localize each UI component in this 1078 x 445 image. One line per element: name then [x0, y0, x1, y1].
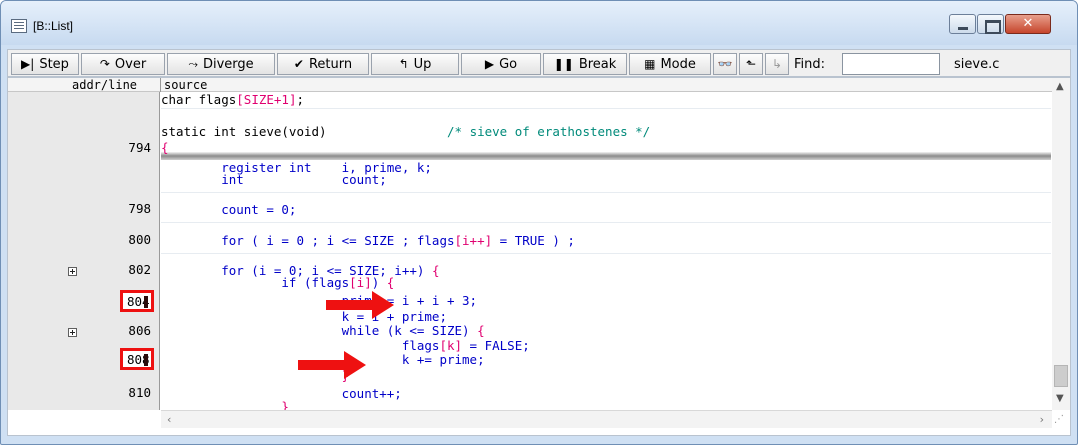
source-line: if (flags[i]) {: [161, 275, 395, 290]
source-line: }: [161, 399, 289, 410]
line-gutter[interactable]: 794 798 800 802 804 806 808 810: [8, 92, 160, 410]
line-number: 800: [128, 232, 151, 247]
go-button[interactable]: ▶ Go: [461, 53, 541, 75]
source-line: char flags[SIZE+1];: [161, 92, 305, 107]
step-button[interactable]: ▶︎| Step: [11, 53, 79, 75]
source-line: static int sieve(void) /* sieve of erath…: [161, 124, 651, 139]
close-button[interactable]: [1005, 14, 1051, 34]
scroll-up-icon[interactable]: ▲: [1056, 81, 1064, 92]
line-number: 794: [128, 140, 151, 155]
view-glasses-button[interactable]: 👓: [713, 53, 737, 75]
toolbar: ▶︎| Step ↷ Over ⤳ Diverge ✔ Return ↰ Up ▶ Go ❚…: [7, 49, 1071, 77]
annotation-arrow: [298, 351, 366, 379]
breakpoint-icon: [144, 296, 148, 308]
scroll-thumb[interactable]: [1054, 365, 1068, 387]
list-window-icon: [11, 19, 27, 33]
source-line: {: [161, 140, 169, 155]
return-button[interactable]: ✔ Return: [277, 53, 369, 75]
line-number: 806: [128, 323, 151, 338]
diverge-icon: ⤳: [188, 56, 198, 71]
up-button[interactable]: ↰ Up: [371, 53, 459, 75]
source-line: count = 0;: [161, 202, 297, 217]
glasses-icon: 👓: [717, 57, 733, 71]
scroll-left-icon[interactable]: ‹: [167, 413, 171, 426]
break-button[interactable]: ❚❚ Break: [543, 53, 627, 75]
up-icon: ↰: [398, 57, 409, 71]
step-icon: ▶︎|: [21, 57, 35, 71]
expand-icon[interactable]: [68, 267, 77, 276]
scroll-down-icon[interactable]: ▼: [1056, 393, 1064, 404]
column-header: addr/line source: [8, 78, 1070, 92]
down-stack-icon: ↳: [771, 57, 783, 71]
over-button[interactable]: ↷ Over: [81, 53, 165, 75]
up-stack-button[interactable]: ⬑: [739, 53, 763, 75]
up-stack-icon: ⬑: [745, 57, 757, 71]
source-list: addr/line source 794 798 800 802 804 806…: [7, 77, 1071, 436]
source-header[interactable]: source: [164, 78, 207, 92]
find-input[interactable]: [842, 53, 940, 75]
resize-grip-icon[interactable]: ⋰: [1054, 414, 1064, 425]
source-code[interactable]: char flags[SIZE+1]; static int sieve(voi…: [161, 92, 1051, 410]
scroll-right-icon[interactable]: ›: [1040, 413, 1044, 426]
source-line: }: [161, 368, 350, 383]
line-number: 802: [128, 262, 151, 277]
find-label: Find:: [794, 57, 826, 72]
breakpoint-icon: [144, 354, 148, 366]
header-divider[interactable]: [160, 78, 161, 92]
list-window: [B::List] ▶︎|Step ↷Over ⤳Diverge ✔Return…: [0, 0, 1078, 445]
diverge-button[interactable]: ⤳ Diverge: [167, 53, 275, 75]
annotation-arrow: [326, 291, 394, 319]
horizontal-scrollbar[interactable]: ‹ ›: [161, 410, 1052, 428]
maximize-button[interactable]: [977, 14, 1004, 34]
window-title: [B::List]: [33, 19, 74, 33]
pause-icon: ❚❚: [553, 57, 574, 71]
title-bar[interactable]: [B::List]: [1, 1, 1077, 45]
source-line: for ( i = 0 ; i <= SIZE ; flags[i++] = T…: [161, 233, 575, 248]
source-line: prime = i + i + 3;: [161, 293, 478, 308]
step-over-icon: ↷: [99, 57, 110, 71]
addr-line-header[interactable]: addr/line: [72, 78, 137, 92]
minimize-button[interactable]: [949, 14, 976, 34]
down-stack-button[interactable]: ↳: [765, 53, 789, 75]
source-line: k += prime;: [401, 352, 485, 367]
line-number: 798: [128, 201, 151, 216]
go-icon: ▶: [484, 57, 495, 71]
return-icon: ✔: [293, 57, 304, 71]
breakpoint-marker[interactable]: 804: [120, 290, 154, 312]
line-number: 810: [128, 385, 151, 400]
source-line: k = i + prime;: [161, 309, 447, 324]
source-line: int count;: [161, 172, 387, 187]
mode-icon: ▦: [644, 57, 656, 71]
mode-button[interactable]: ▦ Mode: [629, 53, 711, 75]
source-line: while (k <= SIZE) {: [161, 323, 485, 338]
expand-icon[interactable]: [68, 328, 77, 337]
vertical-scrollbar[interactable]: ▲ ▼: [1052, 78, 1070, 410]
file-name: sieve.c: [954, 57, 1000, 72]
source-line: flags[k] = FALSE;: [161, 338, 530, 353]
breakpoint-marker[interactable]: 808: [120, 348, 154, 370]
